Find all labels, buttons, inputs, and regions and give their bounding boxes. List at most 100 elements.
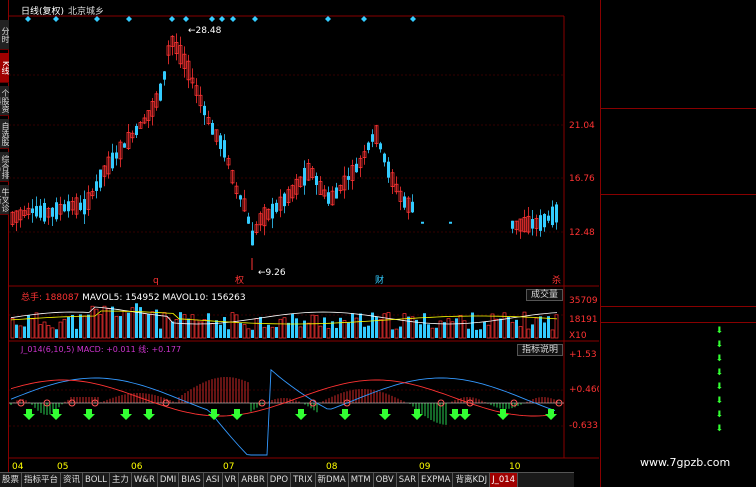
mavol10-value: 156263 [211,293,246,303]
watermark: www.7gpzb.com [640,456,731,469]
bottom-tab[interactable]: 股票 [0,473,23,487]
volume-bar [106,308,111,339]
volume-bar [391,329,394,338]
volume-bar [127,312,130,338]
price-high-note: ←28.48 [188,26,222,36]
volume-bar [147,313,150,338]
volume-button[interactable]: 成交量 [525,289,563,301]
volume-bar [363,326,366,338]
candle-body [411,201,414,213]
candle-body [55,202,58,220]
candle-body [43,202,46,222]
bottom-tab[interactable]: OBV [374,473,397,487]
side-tab[interactable]: 综合排名 [0,152,10,182]
candle-body [95,181,98,191]
bottom-tab[interactable]: DPO [268,473,292,487]
volume-bar [479,329,482,338]
volume-bar [254,318,259,339]
candle-body [163,71,166,80]
candle-body [283,193,286,207]
down-arrow-icon: ⬇ [715,340,723,350]
candle-body [547,215,550,221]
sell-arrow-icon [231,409,243,420]
volume-bar [347,322,350,338]
bottom-tab[interactable]: MTM [349,473,374,487]
volume-bar [278,318,283,339]
bottom-tab[interactable]: W&R [132,473,158,487]
quote-row: ⬇ [601,409,756,422]
sell-arrow-icon [295,409,307,420]
side-tab[interactable]: 牛叉诊断 [0,185,10,215]
bottom-tab[interactable]: 主力 [110,473,132,487]
month-label: 05 [57,462,68,472]
indicator-help-button[interactable]: 指标说明 [516,344,563,356]
month-label: 08 [326,462,338,472]
volume-bar [314,315,319,339]
bottom-tab[interactable]: EXPMA [419,473,454,487]
volume-bar [207,313,210,338]
down-arrow-icon: ⬇ [715,368,723,378]
candle-body [39,205,42,218]
volume-bar [58,321,63,339]
signal-diamond-icon [219,16,225,22]
bottom-tab[interactable]: J_014 [490,473,519,487]
bottom-tab[interactable]: BOLL [83,473,110,487]
quote-row: ⬇ [601,353,756,366]
bottom-tab[interactable]: TRIX [291,473,316,487]
candle-body [551,206,554,226]
volume-bar [190,314,195,339]
side-tab[interactable]: 自选股 [0,119,10,149]
volume-bar [399,326,402,338]
volume-bar [75,328,78,338]
bottom-tab[interactable]: 资讯 [61,473,84,487]
candle-body [555,204,558,223]
price-axis-label: 12.48 [569,228,595,238]
side-tab[interactable]: 分时 [0,20,10,50]
candle-body [379,143,382,150]
volume-bar [55,329,58,338]
bottom-tab[interactable]: DMI [158,473,180,487]
month-label: 06 [131,462,143,472]
volume-axis-label: X10 [569,331,587,341]
bottom-tab[interactable]: BIAS [179,473,204,487]
bottom-tab[interactable]: SAR [397,473,419,487]
quote-row: ⬇ [601,367,756,380]
candle-body [223,140,226,158]
bottom-tab[interactable]: 指标平台 [22,473,62,487]
volume-bar [251,329,254,338]
volume-bar [239,322,242,338]
candle-body [83,199,86,215]
bottom-tab[interactable]: ARBR [239,473,268,487]
volume-bar [227,329,230,338]
side-tab[interactable]: K线 [0,53,10,83]
candle-body [67,201,70,212]
volume-bar [359,313,362,338]
candle-body [79,202,82,210]
volume-bar [295,318,298,338]
separator [601,194,756,195]
kline-chart-area[interactable]: 21.04 16.76 12.48 35709 18191 X10 +1.53 +0.460 -… [9,0,599,472]
volume-bar [223,317,226,338]
volume-bar [515,319,518,338]
volume-bar [114,315,119,339]
volume-bar [554,314,559,339]
candle-body [211,123,214,135]
quote-row: ⬇ [601,339,756,352]
bottom-tab[interactable]: ASI [204,473,223,487]
quote-row: ⬇ [601,325,756,338]
candle-body [383,153,386,163]
side-tab[interactable]: 个股资料 [0,86,10,116]
bottom-tab[interactable]: VR [223,473,240,487]
volume-bar [23,326,26,338]
volume-bar [443,322,446,338]
left-side-tabs: 分时K线个股资料自选股综合排名牛叉诊断 [0,0,10,472]
volume-bar [71,314,74,338]
price-low-note: ←9.26 [258,268,286,278]
candle-body [115,152,118,159]
bottom-tab[interactable]: 背离KDJ [453,473,491,487]
indicator-header: J_014(6,10,5) MACD: +0.011 线: +0.177 [21,345,182,354]
bottom-tab[interactable]: 新DMA [316,473,349,487]
chart-canvas[interactable]: 21.04 16.76 12.48 35709 18191 X10 +1.53 +0.460 -… [9,0,599,472]
signal-diamond-icon [183,16,189,22]
candle-body [247,216,250,224]
